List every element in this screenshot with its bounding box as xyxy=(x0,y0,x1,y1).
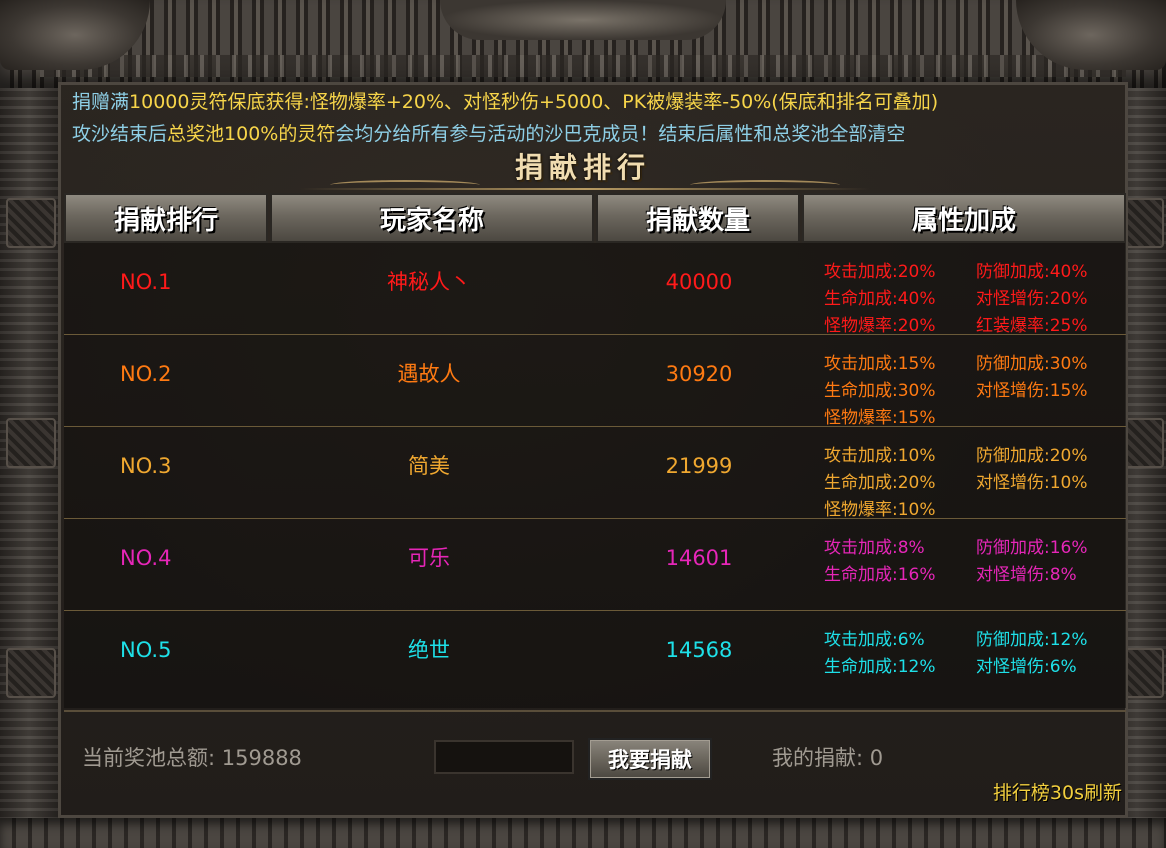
pillar-ornament xyxy=(6,648,56,698)
table-row: NO.3 简美 21999 攻击加成:10% 防御加成:20% 生命加成:20% 对怪增伤:… xyxy=(64,427,1126,520)
bonus-attribute: 防御加成:20% xyxy=(976,446,1088,466)
bonus-attribute: 攻击加成:15% xyxy=(824,354,936,374)
donation-amount-cell: 21999 xyxy=(665,454,733,478)
notice-highlight: :怪物爆率+20%、对怪秒伤+5000、PK被爆装率-50%(保底和排名可叠加) xyxy=(303,91,939,113)
bonus-attribute: 防御加成:30% xyxy=(976,354,1088,374)
table-row: NO.5 绝世 14568 攻击加成:6% 防御加成:12% 生命加成:12% 对怪增伤:6… xyxy=(64,611,1126,703)
bonus-attribute: 生命加成:40% xyxy=(824,289,936,309)
bottom-border xyxy=(0,818,1166,848)
ranking-table-header: 捐献排行 玩家名称 捐献数量 属性加成 xyxy=(64,193,1126,243)
roof-crest xyxy=(440,0,726,40)
column-header-amount: 捐献数量 xyxy=(596,193,800,243)
donation-amount-cell: 14568 xyxy=(665,638,733,662)
roof-ornament xyxy=(0,0,1166,92)
left-pillar xyxy=(0,88,58,828)
panel-footer: 当前奖池总额: 159888 我要捐献 我的捐献: 0 排行榜30s刷新 xyxy=(64,710,1126,816)
table-row: NO.2 遇故人 30920 攻击加成:15% 防御加成:30% 生命加成:30% 对怪增伤… xyxy=(64,335,1126,428)
column-header-player: 玩家名称 xyxy=(270,193,594,243)
bonus-attribute: 生命加成:16% xyxy=(824,565,936,585)
notice-text: 会均分给所有参与活动的沙巴克成员！结束后属性和总奖池全部清空 xyxy=(335,123,906,145)
rank-cell: NO.1 xyxy=(120,270,172,294)
notice-text: 攻沙结束后 xyxy=(72,123,168,145)
bonus-attribute: 攻击加成:10% xyxy=(824,446,936,466)
bonus-attribute: 防御加成:40% xyxy=(976,262,1088,282)
column-header-bonus: 属性加成 xyxy=(802,193,1126,243)
player-name-cell: 遇故人 xyxy=(397,362,461,386)
rank-cell: NO.5 xyxy=(120,638,172,662)
bonus-attribute: 对怪增伤:6% xyxy=(976,657,1077,677)
bonus-attribute: 防御加成:16% xyxy=(976,538,1088,558)
table-row: NO.1 神秘人丶 40000 攻击加成:20% 防御加成:40% 生命加成:40% 对怪增… xyxy=(64,243,1126,336)
bonus-attribute: 攻击加成:8% xyxy=(824,538,925,558)
bonus-attribute: 对怪增伤:10% xyxy=(976,473,1088,493)
bonus-attribute: 生命加成:12% xyxy=(824,657,936,677)
donation-amount-input[interactable] xyxy=(434,740,574,774)
ranking-table-body: NO.1 神秘人丶 40000 攻击加成:20% 防御加成:40% 生命加成:40% 对怪增… xyxy=(64,243,1126,708)
rank-cell: NO.3 xyxy=(120,454,172,478)
bonus-attribute: 生命加成:20% xyxy=(824,473,936,493)
pillar-ornament xyxy=(6,418,56,468)
player-name-cell: 简美 xyxy=(408,454,450,478)
notice-highlight: 总奖池100%的灵符 xyxy=(167,123,336,145)
bonus-attribute: 攻击加成:20% xyxy=(824,262,936,282)
roof-band xyxy=(40,55,1126,77)
column-header-rank: 捐献排行 xyxy=(64,193,268,243)
bonus-attribute: 对怪增伤:20% xyxy=(976,289,1088,309)
bonus-attribute: 攻击加成:6% xyxy=(824,630,925,650)
donate-button[interactable]: 我要捐献 xyxy=(588,738,712,780)
prize-pool-total: 当前奖池总额: 159888 xyxy=(82,746,302,770)
rank-cell: NO.4 xyxy=(120,546,172,570)
my-donation-amount: 我的捐献: 0 xyxy=(772,746,884,770)
notice-line-2: 攻沙结束后总奖池100%的灵符会均分给所有参与活动的沙巴克成员！结束后属性和总奖… xyxy=(72,120,1132,148)
bonus-attribute: 对怪增伤:15% xyxy=(976,381,1088,401)
panel-title: 捐献排行 xyxy=(514,151,651,184)
table-row: NO.4 可乐 14601 攻击加成:8% 防御加成:16% 生命加成:16% 对怪增伤:8… xyxy=(64,519,1126,611)
title-underline xyxy=(300,188,870,190)
donation-amount-cell: 14601 xyxy=(665,546,733,570)
bonus-attribute: 对怪增伤:8% xyxy=(976,565,1077,585)
player-name-cell: 绝世 xyxy=(408,638,450,662)
donation-amount-cell: 40000 xyxy=(665,270,733,294)
bonus-attribute: 防御加成:12% xyxy=(976,630,1088,650)
player-name-cell: 可乐 xyxy=(408,546,450,570)
notice-text: 捐赠满 xyxy=(72,91,130,113)
rank-cell: NO.2 xyxy=(120,362,172,386)
notice-line-1: 捐赠满10000灵符保底获得:怪物爆率+20%、对怪秒伤+5000、PK被爆装率… xyxy=(72,88,1132,116)
notice-highlight: 10000灵符保底获得 xyxy=(129,91,304,113)
game-window-frame: 捐赠满10000灵符保底获得:怪物爆率+20%、对怪秒伤+5000、PK被爆装率… xyxy=(0,0,1166,848)
player-name-cell: 神秘人丶 xyxy=(387,270,471,294)
donation-amount-cell: 30920 xyxy=(665,362,733,386)
pillar-ornament xyxy=(6,198,56,248)
refresh-note: 排行榜30s刷新 xyxy=(992,782,1122,804)
bonus-attribute: 生命加成:30% xyxy=(824,381,936,401)
